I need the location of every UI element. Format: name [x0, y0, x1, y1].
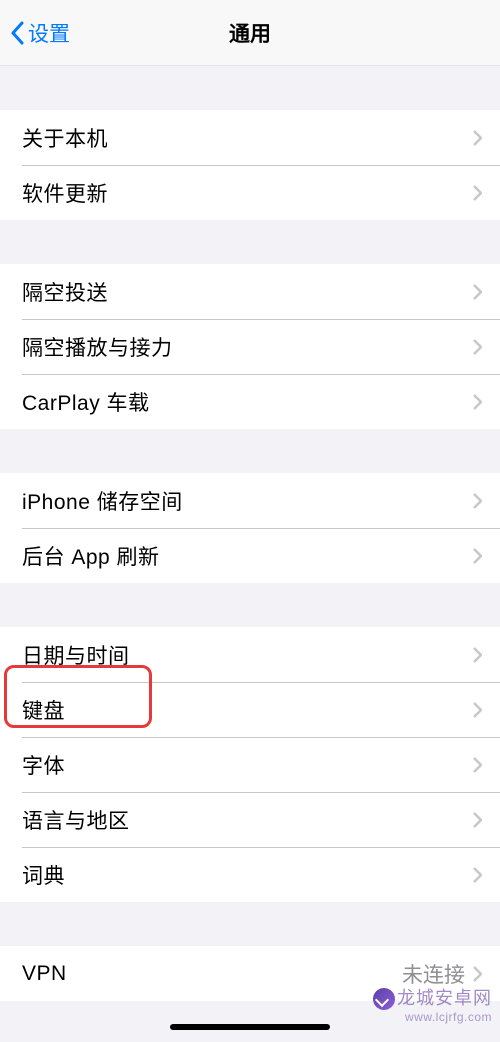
chevron-right-icon — [473, 647, 482, 663]
row-date-time[interactable]: 日期与时间 — [0, 627, 500, 682]
row-fonts[interactable]: 字体 — [0, 737, 500, 792]
chevron-right-icon — [473, 867, 482, 883]
row-label: 日期与时间 — [22, 640, 130, 670]
row-label: 关于本机 — [22, 123, 108, 153]
chevron-right-icon — [473, 339, 482, 355]
section-spacer — [0, 902, 500, 946]
row-background-refresh[interactable]: 后台 App 刷新 — [0, 528, 500, 583]
row-language-region[interactable]: 语言与地区 — [0, 792, 500, 847]
row-iphone-storage[interactable]: iPhone 储存空间 — [0, 473, 500, 528]
row-label: 隔空播放与接力 — [22, 332, 173, 362]
chevron-right-icon — [473, 185, 482, 201]
row-label: 字体 — [22, 750, 65, 780]
list-group-storage: iPhone 储存空间 后台 App 刷新 — [0, 473, 500, 583]
watermark-url: www.lcjrfg.com — [373, 1010, 492, 1024]
chevron-right-icon — [473, 284, 482, 300]
section-spacer — [0, 220, 500, 264]
row-label: 软件更新 — [22, 178, 108, 208]
list-group-vpn: VPN 未连接 — [0, 946, 500, 1001]
list-group-about: 关于本机 软件更新 — [0, 110, 500, 220]
row-about[interactable]: 关于本机 — [0, 110, 500, 165]
chevron-right-icon — [473, 757, 482, 773]
chevron-right-icon — [473, 548, 482, 564]
chevron-left-icon — [10, 21, 24, 45]
chevron-right-icon — [473, 966, 482, 982]
back-label: 设置 — [28, 18, 70, 48]
chevron-right-icon — [473, 394, 482, 410]
chevron-right-icon — [473, 130, 482, 146]
chevron-right-icon — [473, 702, 482, 718]
list-group-datetime: 日期与时间 键盘 字体 语言与地区 词典 — [0, 627, 500, 902]
row-label: 词典 — [22, 860, 65, 890]
page-title: 通用 — [229, 18, 271, 48]
section-spacer — [0, 66, 500, 110]
back-button[interactable]: 设置 — [0, 18, 70, 48]
home-indicator[interactable] — [170, 1024, 330, 1030]
chevron-right-icon — [473, 812, 482, 828]
list-group-airdrop: 隔空投送 隔空播放与接力 CarPlay 车载 — [0, 264, 500, 429]
section-spacer — [0, 583, 500, 627]
row-airplay-handoff[interactable]: 隔空播放与接力 — [0, 319, 500, 374]
row-vpn[interactable]: VPN 未连接 — [0, 946, 500, 1001]
row-dictionary[interactable]: 词典 — [0, 847, 500, 902]
row-label: iPhone 储存空间 — [22, 486, 183, 516]
section-spacer — [0, 429, 500, 473]
row-label: VPN — [22, 962, 67, 986]
row-label: 键盘 — [22, 695, 65, 725]
row-carplay[interactable]: CarPlay 车载 — [0, 374, 500, 429]
row-label: 后台 App 刷新 — [22, 541, 160, 571]
row-detail: 未连接 — [402, 959, 465, 989]
row-airdrop[interactable]: 隔空投送 — [0, 264, 500, 319]
row-label: 隔空投送 — [22, 277, 108, 307]
row-label: 语言与地区 — [22, 805, 130, 835]
chevron-right-icon — [473, 493, 482, 509]
navbar: 设置 通用 — [0, 0, 500, 66]
row-software-update[interactable]: 软件更新 — [0, 165, 500, 220]
row-label: CarPlay 车载 — [22, 387, 150, 417]
row-keyboard[interactable]: 键盘 — [0, 682, 500, 737]
